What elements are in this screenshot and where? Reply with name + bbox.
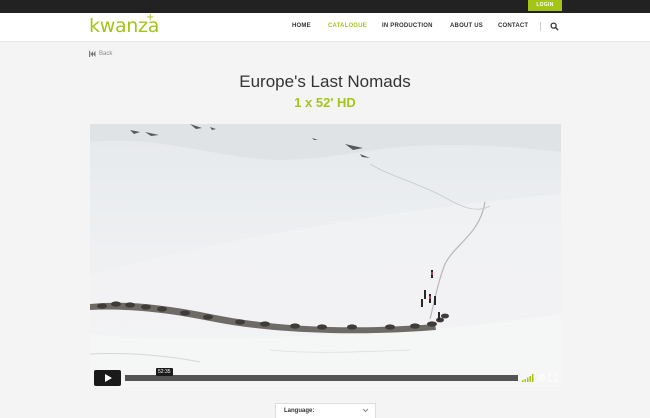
video-frame xyxy=(90,124,561,388)
player-controls: 52:35 xyxy=(90,368,561,388)
settings-icon[interactable] xyxy=(537,373,546,382)
nav-about-us[interactable]: ABOUT US xyxy=(450,23,483,29)
time-display: 52:35 xyxy=(156,368,173,376)
play-icon xyxy=(105,374,112,382)
language-select[interactable]: Language: xyxy=(275,403,376,418)
search-icon[interactable] xyxy=(550,22,559,31)
nav-catalogue[interactable]: CATALOGUE xyxy=(328,23,367,29)
nav-contact[interactable]: CONTACT xyxy=(498,23,528,29)
nav-in-production[interactable]: IN PRODUCTION xyxy=(382,23,433,29)
progress-bar[interactable]: 52:35 xyxy=(125,368,518,381)
nav-divider xyxy=(540,22,541,31)
site-header: kwanza + HOME CATALOGUE IN PRODUCTION AB… xyxy=(0,12,650,42)
volume-icon[interactable] xyxy=(522,373,534,382)
play-button[interactable] xyxy=(94,370,121,386)
top-bar: LOGIN xyxy=(0,0,650,13)
video-player[interactable]: 52:35 xyxy=(90,124,561,388)
nav-home[interactable]: HOME xyxy=(292,23,311,29)
fullscreen-icon[interactable] xyxy=(548,373,557,382)
language-label: Language: xyxy=(284,408,315,414)
login-button[interactable]: LOGIN xyxy=(528,0,562,11)
back-label: Back xyxy=(99,51,113,57)
skip-back-icon xyxy=(89,51,96,57)
program-title: Europe's Last Nomads xyxy=(239,72,411,91)
chevron-down-icon xyxy=(362,408,369,413)
program-format: 1 x 52' HD xyxy=(294,95,356,110)
back-link[interactable]: Back xyxy=(89,51,112,57)
logo-plus-mark: + xyxy=(146,12,155,23)
